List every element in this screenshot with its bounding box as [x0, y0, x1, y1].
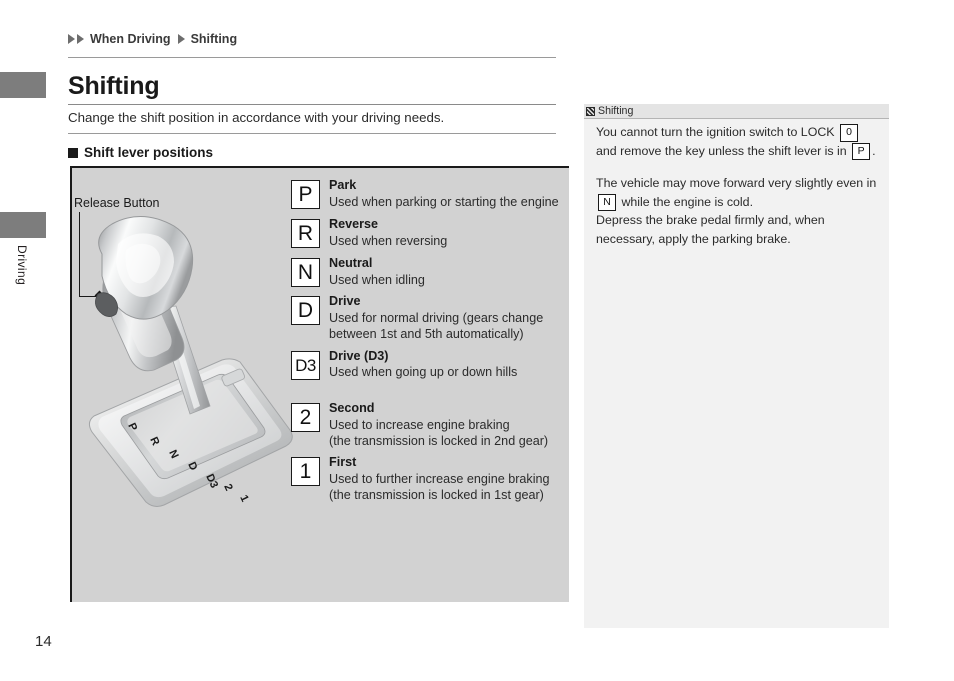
- gear-name-drive: Drive: [329, 294, 361, 309]
- gear-desc2-second: (the transmission is locked in 2nd gear): [329, 433, 549, 448]
- note-paragraph-lock: You cannot turn the ignition switch to L…: [596, 123, 882, 161]
- triangle-right-icon: [177, 34, 185, 44]
- gear-desc-neutral: Used when idling: [329, 272, 425, 287]
- square-bullet-icon: [68, 147, 78, 158]
- gear-name-reverse: Reverse: [329, 217, 379, 232]
- gear-name-neutral: Neutral: [329, 256, 373, 271]
- shift-position-row-first: 1 First Used to further increase engine …: [291, 455, 569, 503]
- note-text-lock-b: and remove the key unless the shift leve…: [596, 143, 847, 158]
- intro-divider: [68, 133, 556, 134]
- gear-symbol-neutral: N: [291, 258, 320, 288]
- ignition-lock-symbol: 0: [840, 124, 859, 142]
- breadcrumb: When Driving Shifting: [68, 32, 237, 46]
- gear-desc-park: Used when parking or starting the engine: [329, 194, 559, 209]
- shift-position-row-drive: D Drive Used for normal driving (gears c…: [291, 294, 569, 342]
- note-marker-icon: [586, 106, 595, 116]
- note-text-lock-a: You cannot turn the ignition switch to L…: [596, 125, 835, 139]
- shift-lever-illustration: P R N D D3 2 1: [72, 210, 302, 540]
- shift-position-row-drive-d3: D3 Drive (D3) Used when going up or down…: [291, 349, 569, 381]
- shift-position-list: P Park Used when parking or starting the…: [291, 178, 569, 511]
- gear-desc-reverse: Used when reversing: [329, 233, 448, 248]
- release-button-callout-label: Release Button: [74, 196, 160, 210]
- gear-name-first: First: [329, 455, 357, 470]
- shift-position-row-reverse: R Reverse Used when reversing: [291, 217, 569, 249]
- note-text-lock-c: .: [872, 143, 876, 158]
- page-title: Shifting: [68, 72, 160, 100]
- shift-symbol-neutral-inline: N: [598, 193, 616, 212]
- note-text-creep-b: while the engine is cold.: [621, 194, 754, 209]
- note-text-creep-c: Depress the brake pedal firmly and, when…: [596, 213, 825, 247]
- gear-symbol-park: P: [291, 180, 320, 209]
- gear-symbol-drive: D: [291, 296, 320, 326]
- shift-symbol-park-inline: P: [852, 142, 871, 161]
- edge-tab-section-driving[interactable]: [0, 212, 46, 238]
- gear-desc2-first: (the transmission is locked in 1st gear): [329, 488, 544, 503]
- gear-desc-first: Used to further increase engine braking: [329, 472, 550, 487]
- gear-name-second: Second: [329, 400, 375, 415]
- gear-desc-second: Used to increase engine braking: [329, 417, 510, 432]
- page-intro-text: Change the shift position in accordance …: [68, 110, 445, 125]
- page-number: 14: [35, 633, 52, 650]
- breadcrumb-item-when-driving[interactable]: When Driving: [90, 32, 171, 46]
- breadcrumb-item-shifting[interactable]: Shifting: [191, 32, 238, 46]
- breadcrumb-divider: [68, 57, 556, 58]
- edge-section-label: Driving: [15, 245, 29, 286]
- svg-text:1: 1: [237, 493, 250, 504]
- svg-text:2: 2: [221, 482, 234, 493]
- triangle-right-icon: [77, 34, 84, 44]
- shift-position-row-neutral: N Neutral Used when idling: [291, 256, 569, 288]
- gear-symbol-first: 1: [291, 457, 320, 487]
- note-panel-header: Shifting: [584, 104, 889, 119]
- note-paragraph-creep: The vehicle may move forward very slight…: [596, 174, 882, 248]
- subsection-heading-label: Shift lever positions: [84, 145, 214, 160]
- note-panel-body: You cannot turn the ignition switch to L…: [596, 123, 882, 249]
- shift-position-row-second: 2 Second Used to increase engine braking…: [291, 401, 569, 449]
- gear-desc-drive: Used for normal driving (gears change be…: [329, 311, 544, 342]
- edge-tab-section-previous[interactable]: [0, 72, 46, 98]
- gear-symbol-drive-d3: D3: [291, 350, 320, 380]
- shift-position-row-park: P Park Used when parking or starting the…: [291, 178, 569, 210]
- subsection-heading: Shift lever positions: [68, 145, 213, 160]
- gear-desc-drive-d3: Used when going up or down hills: [329, 365, 518, 380]
- gear-name-park: Park: [329, 178, 357, 192]
- triangle-right-icon: [68, 34, 75, 44]
- note-panel-title: Shifting: [598, 105, 634, 117]
- gear-symbol-reverse: R: [291, 219, 320, 249]
- gear-name-drive-d3: Drive (D3): [329, 348, 389, 363]
- gear-symbol-second: 2: [291, 402, 320, 432]
- note-text-creep-a: The vehicle may move forward very slight…: [596, 176, 877, 191]
